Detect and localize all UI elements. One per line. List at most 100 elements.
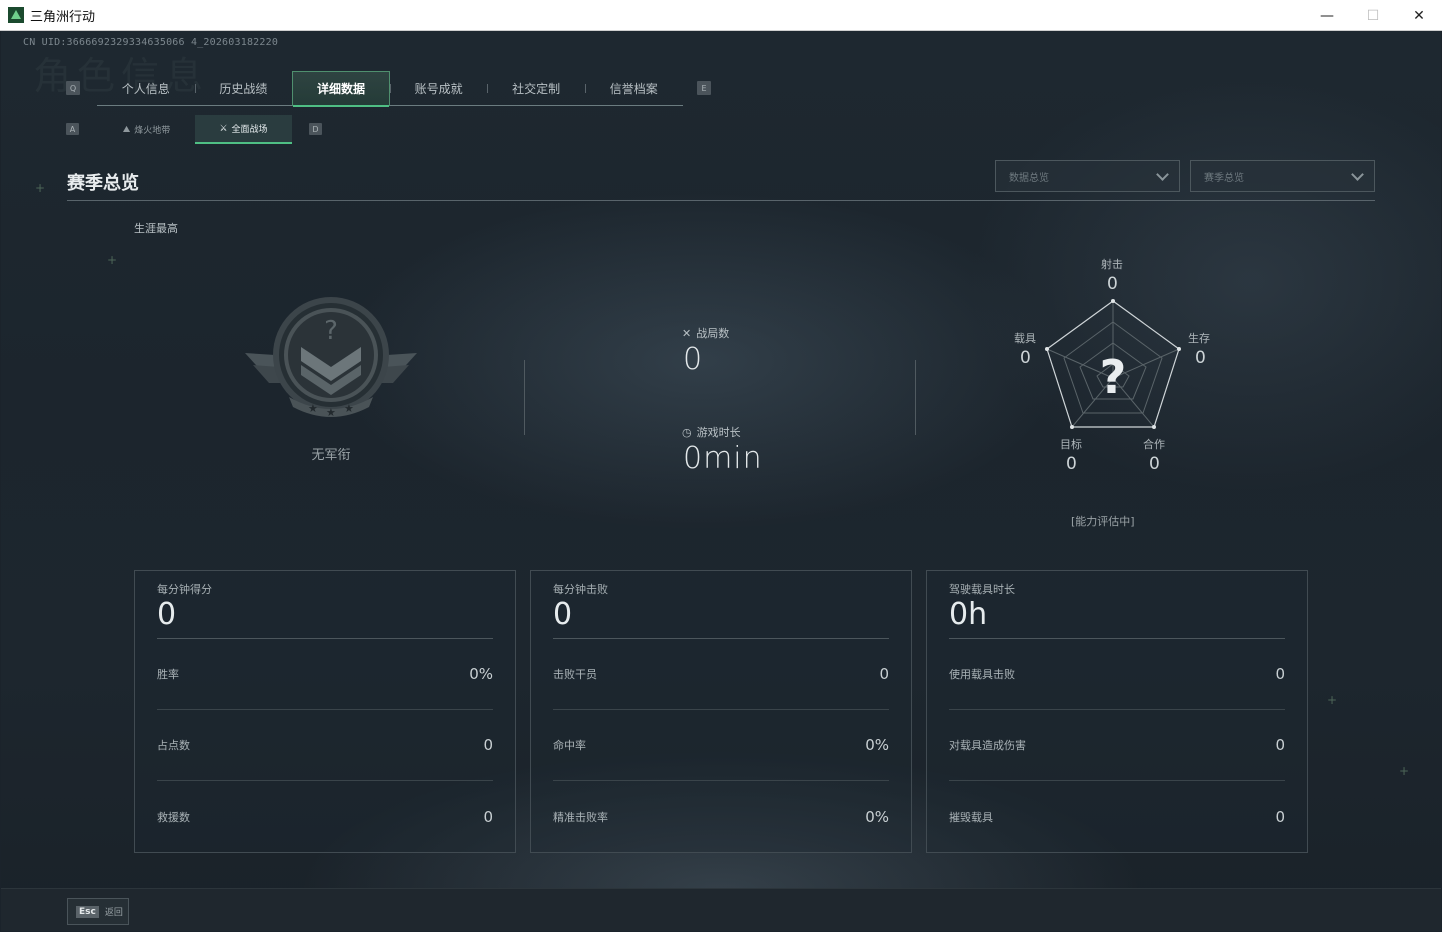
radar-value-shooting: 0 <box>1107 274 1118 294</box>
stat-row: 命中率 0% <box>553 710 889 781</box>
matches-header: ✕ 战局数 <box>682 325 729 341</box>
tab-history[interactable]: 历史战绩 <box>194 71 293 106</box>
stat-label: 摧毁载具 <box>949 810 993 824</box>
stat-row: 救援数 0 <box>157 781 493 852</box>
section-divider <box>67 200 1375 201</box>
svg-text:★: ★ <box>326 406 336 419</box>
stat-row: 使用载具击败 0 <box>949 639 1285 710</box>
vehicle-stats-card: 驾驶载具时长 0h 使用载具击败 0 对载具造成伤害 0 摧毁载具 0 <box>926 570 1308 853</box>
back-label: 返回 <box>104 908 123 918</box>
main-tabs: 个人信息 历史战绩 详细数据 账号成就 社交定制 信誉档案 <box>97 71 683 107</box>
card-title: 每分钟得分 <box>157 583 212 596</box>
hazard-zone-icon: ⛰ <box>122 124 131 135</box>
decor-cross-icon: + <box>107 253 118 267</box>
subtab-full-battlefield-label: 全面战场 <box>231 125 268 135</box>
stat-value: 0 <box>483 807 493 826</box>
card-title: 驾驶载具时长 <box>949 583 1015 596</box>
crossed-swords-icon: ✕ <box>682 326 692 340</box>
ability-radar-chart: ? <box>1045 299 1181 429</box>
season-dropdown[interactable]: 赛季总览 <box>1190 160 1375 192</box>
stat-value: 0 <box>879 665 889 683</box>
subtab-prev-key-hint[interactable]: A <box>66 123 79 135</box>
stat-row: 对载具造成伤害 0 <box>949 710 1285 781</box>
app-logo-icon <box>8 7 24 23</box>
subtab-hazard-zone[interactable]: ⛰ 烽火地带 <box>98 115 195 144</box>
rank-emblem-icon: ? ★ ★ ★ <box>245 297 417 419</box>
stat-value: 0 <box>1275 736 1285 754</box>
tab-achievements[interactable]: 账号成就 <box>389 71 488 106</box>
data-overview-dropdown[interactable]: 数据总览 <box>995 160 1180 192</box>
back-button[interactable]: Esc 返回 <box>67 898 129 925</box>
tab-detailed-data[interactable]: 详细数据 <box>292 71 390 107</box>
radar-value-survival: 0 <box>1195 348 1206 368</box>
radar-label-objective: 目标 <box>1060 438 1082 451</box>
radar-value-objective: 0 <box>1066 454 1077 474</box>
stat-label: 精准击败率 <box>553 810 608 824</box>
footer-bar: Esc 返回 <box>1 888 1441 931</box>
playtime-value: 0min <box>683 441 763 476</box>
subtab-full-battlefield[interactable]: ⚔ 全面战场 <box>195 115 292 144</box>
tab-next-key-hint[interactable]: E <box>697 81 711 95</box>
stopwatch-icon: ◷ <box>682 425 692 439</box>
card-value: 0 <box>553 597 573 632</box>
subtab-hazard-zone-label: 烽火地带 <box>134 126 171 136</box>
stat-value: 0% <box>469 665 493 683</box>
tab-credit[interactable]: 信誉档案 <box>584 71 683 106</box>
close-button[interactable]: ✕ <box>1396 0 1442 31</box>
radar-label-vehicle: 载具 <box>1014 332 1036 345</box>
svg-text:?: ? <box>324 316 338 346</box>
stat-label: 击败干员 <box>553 668 597 681</box>
stat-value: 0 <box>483 736 493 754</box>
mode-tabs: ⛰ 烽火地带 ⚔ 全面战场 <box>98 115 292 144</box>
divider <box>524 360 525 435</box>
stat-value: 0% <box>865 736 889 754</box>
maximize-button[interactable]: ☐ <box>1350 0 1396 31</box>
battlefield-icon: ⚔ <box>219 123 228 134</box>
career-best-label: 生涯最高 <box>134 222 178 235</box>
stat-row: 摧毁载具 0 <box>949 781 1285 852</box>
season-dropdown-label: 赛季总览 <box>1204 172 1244 184</box>
stat-label: 命中率 <box>553 739 586 752</box>
esc-key-hint: Esc <box>76 905 99 918</box>
section-title: 赛季总览 <box>67 173 139 194</box>
stat-row: 胜率 0% <box>157 639 493 710</box>
stat-value: 0 <box>1275 807 1285 826</box>
radar-label-survival: 生存 <box>1188 332 1210 345</box>
playtime-label: 游戏时长 <box>696 426 741 439</box>
minimize-button[interactable]: — <box>1304 0 1350 31</box>
kill-stats-card: 每分钟击败 0 击败干员 0 命中率 0% 精准击败率 0% <box>530 570 912 853</box>
card-title: 每分钟击败 <box>553 583 608 596</box>
card-value: 0 <box>157 597 177 632</box>
decor-cross-icon: + <box>1327 693 1338 707</box>
game-viewport: 角色信息 CN UID:3666692329334635066 4_202603… <box>1 31 1441 931</box>
decor-cross-icon: + <box>35 181 46 195</box>
divider <box>915 360 916 435</box>
tab-personal-info[interactable]: 个人信息 <box>97 71 195 106</box>
stat-label: 救援数 <box>157 810 190 824</box>
stat-label: 对载具造成伤害 <box>949 739 1026 752</box>
stat-row: 击败干员 0 <box>553 639 889 710</box>
stat-row: 占点数 0 <box>157 710 493 781</box>
matches-value: 0 <box>683 342 704 377</box>
rank-name: 无军衔 <box>311 448 351 463</box>
uid-text: CN UID:3666692329334635066 4_20260318222… <box>23 37 279 48</box>
card-value: 0h <box>949 597 988 632</box>
tab-prev-key-hint[interactable]: Q <box>66 81 80 95</box>
score-stats-card: 每分钟得分 0 胜率 0% 占点数 0 救援数 0 <box>134 570 516 853</box>
stat-value: 0 <box>1275 665 1285 683</box>
radar-status: [能力评估中] <box>1071 515 1135 528</box>
radar-label-cooperation: 合作 <box>1143 438 1165 451</box>
subtab-next-key-hint[interactable]: D <box>309 123 322 135</box>
chevron-down-icon <box>1156 168 1169 181</box>
stat-label: 胜率 <box>157 668 179 681</box>
decor-cross-icon: + <box>1399 764 1410 778</box>
radar-center-question-icon: ? <box>1100 350 1127 404</box>
stat-label: 占点数 <box>157 739 190 752</box>
tab-social[interactable]: 社交定制 <box>487 71 585 106</box>
radar-value-vehicle: 0 <box>1020 348 1031 368</box>
radar-value-cooperation: 0 <box>1149 454 1160 474</box>
window-title-bar: 三角洲行动 — ☐ ✕ <box>0 0 1442 31</box>
svg-text:★: ★ <box>308 402 318 415</box>
chevron-down-icon <box>1351 168 1364 181</box>
matches-label: 战局数 <box>696 327 730 340</box>
